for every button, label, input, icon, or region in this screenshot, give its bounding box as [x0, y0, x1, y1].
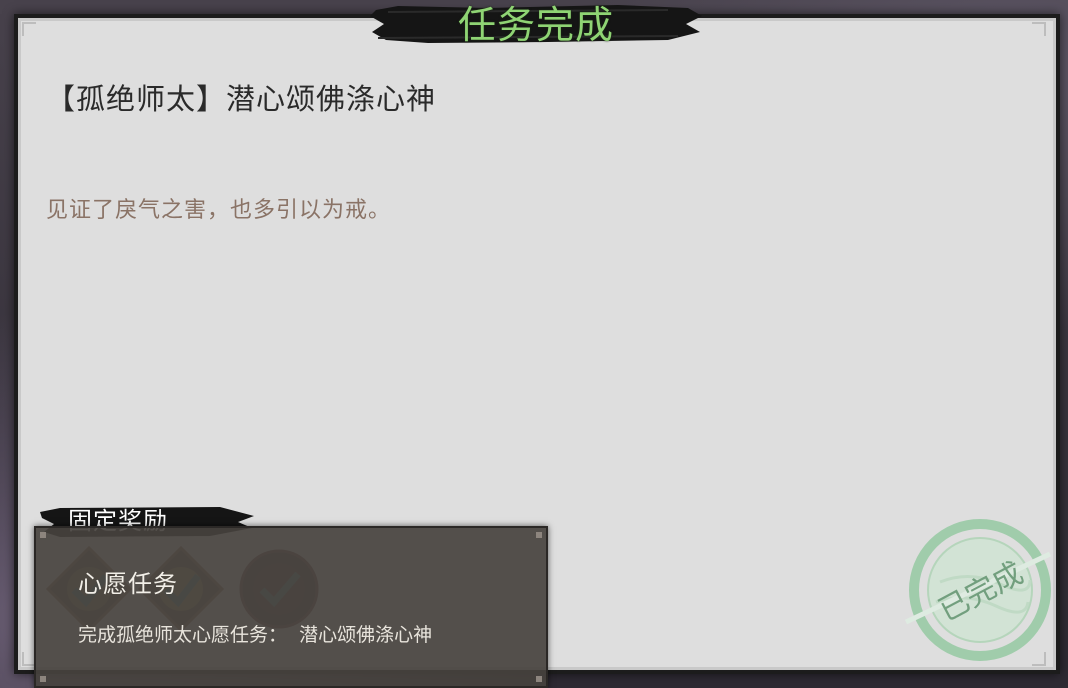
panel-corner-ornament	[22, 22, 36, 36]
tooltip-description: 完成孤绝师太心愿任务： 潜心颂佛涤心神	[78, 620, 432, 647]
title-banner: 任务完成	[368, 2, 704, 47]
quest-title: 【孤绝师太】潜心颂佛涤心神	[46, 82, 437, 116]
panel-corner-ornament	[1032, 22, 1046, 36]
page-title: 任务完成	[457, 3, 614, 47]
wish-quest-tooltip: 心愿任务 完成孤绝师太心愿任务： 潜心颂佛涤心神	[34, 526, 548, 688]
tooltip-corner	[536, 532, 542, 538]
tooltip-desc-prefix: 完成孤绝师太心愿任务：	[78, 624, 288, 646]
completed-stamp: 已完成	[900, 510, 1060, 670]
tooltip-corner	[536, 676, 542, 682]
quest-description: 见证了戾气之害，也多引以为戒。	[46, 198, 392, 223]
tooltip-desc-value: 潜心颂佛涤心神	[299, 624, 433, 646]
tooltip-corner	[40, 676, 46, 682]
completed-seal-icon: 已完成	[904, 519, 1052, 661]
tooltip-corner	[40, 532, 46, 538]
tooltip-title: 心愿任务	[78, 570, 178, 598]
